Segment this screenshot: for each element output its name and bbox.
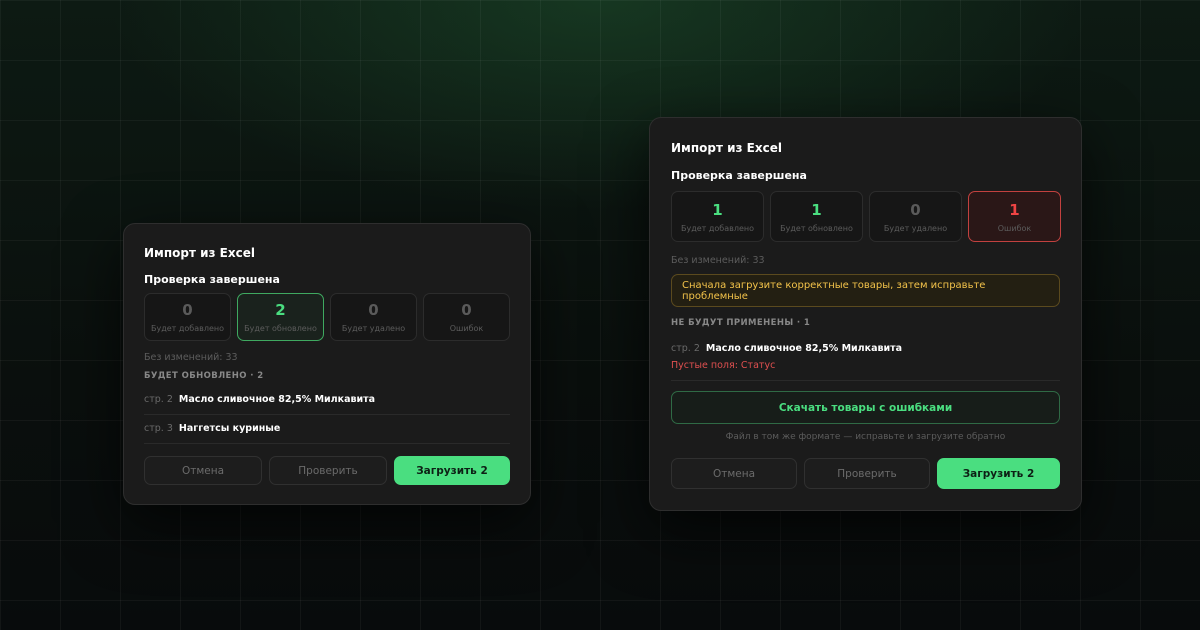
stats-row: 1 Будет добавлено 1 Будет обновлено 0 Бу… [671,191,1061,242]
stat-updated: 2 Будет обновлено [237,293,324,341]
divider [144,414,510,415]
row-error-text: Пустые поля: Статус [671,360,776,371]
row-name: Масло сливочное 82,5% Милкавита [178,394,376,405]
divider [671,380,1060,381]
import-dialog-right: Импорт из Excel Проверка завершена 1 Буд… [649,117,1082,511]
stat-value: 0 [182,301,193,319]
upload-button[interactable]: Загрузить 2 [394,456,510,485]
stat-label: Будет обновлено [780,223,853,233]
stat-label: Будет обновлено [244,324,317,333]
stat-value: 0 [461,301,472,319]
stat-deleted: 0 Будет удалено [330,293,417,341]
row-name: Масло сливочное 82,5% Милкавита [705,343,903,354]
check-button[interactable]: Проверить [269,456,387,485]
stat-label: Будет удалено [883,223,948,233]
section-title: БУДЕТ ОБНОВЛЕНО · 2 [144,371,264,381]
row-index: стр. 2 [144,394,173,405]
list-item: стр. 3 Наггетсы куриные [144,423,510,434]
section-title: НЕ БУДУТ ПРИМЕНЕНЫ · 1 [671,318,811,328]
stat-label: Ошибок [449,324,484,333]
unchanged-count: Без изменений: 33 [144,352,238,363]
stat-errors: 0 Ошибок [423,293,510,341]
stat-errors: 1 Ошибок [968,191,1061,242]
dialog-title: Импорт из Excel [144,246,255,260]
stat-value: 0 [910,200,921,219]
stat-label: Будет добавлено [680,223,754,233]
download-errors-button[interactable]: Скачать товары с ошибками [671,391,1060,424]
unchanged-count: Без изменений: 33 [671,255,765,266]
cancel-button[interactable]: Отмена [144,456,262,485]
stat-value: 1 [712,200,723,219]
list-item: стр. 2 Масло сливочное 82,5% Милкавита [144,394,510,405]
warning-banner: Сначала загрузите корректные товары, зат… [671,274,1060,307]
stat-label: Будет добавлено [150,324,224,333]
dialog-title: Импорт из Excel [671,141,782,155]
stat-updated: 1 Будет обновлено [770,191,863,242]
stat-value: 1 [811,200,822,219]
dialog-subtitle: Проверка завершена [144,273,280,286]
import-dialog-left: Импорт из Excel Проверка завершена 0 Буд… [123,223,531,505]
dialog-subtitle: Проверка завершена [671,169,807,182]
cancel-button[interactable]: Отмена [671,458,797,489]
stats-row: 0 Будет добавлено 2 Будет обновлено 0 Бу… [144,293,510,341]
row-name: Наггетсы куриные [178,423,281,434]
divider [144,443,510,444]
download-hint: Файл в том же формате — исправьте и загр… [725,432,1006,442]
stat-value: 2 [275,301,286,319]
stat-deleted: 0 Будет удалено [869,191,962,242]
stat-added: 1 Будет добавлено [671,191,764,242]
upload-button[interactable]: Загрузить 2 [937,458,1060,489]
stat-label: Ошибок [997,223,1032,233]
list-item: стр. 2 Масло сливочное 82,5% Милкавита [671,343,1060,354]
row-index: стр. 3 [144,423,173,434]
check-button[interactable]: Проверить [804,458,930,489]
stat-label: Будет удалено [341,324,406,333]
stat-value: 0 [368,301,379,319]
stat-value: 1 [1009,200,1020,219]
row-index: стр. 2 [671,343,700,354]
stat-added: 0 Будет добавлено [144,293,231,341]
